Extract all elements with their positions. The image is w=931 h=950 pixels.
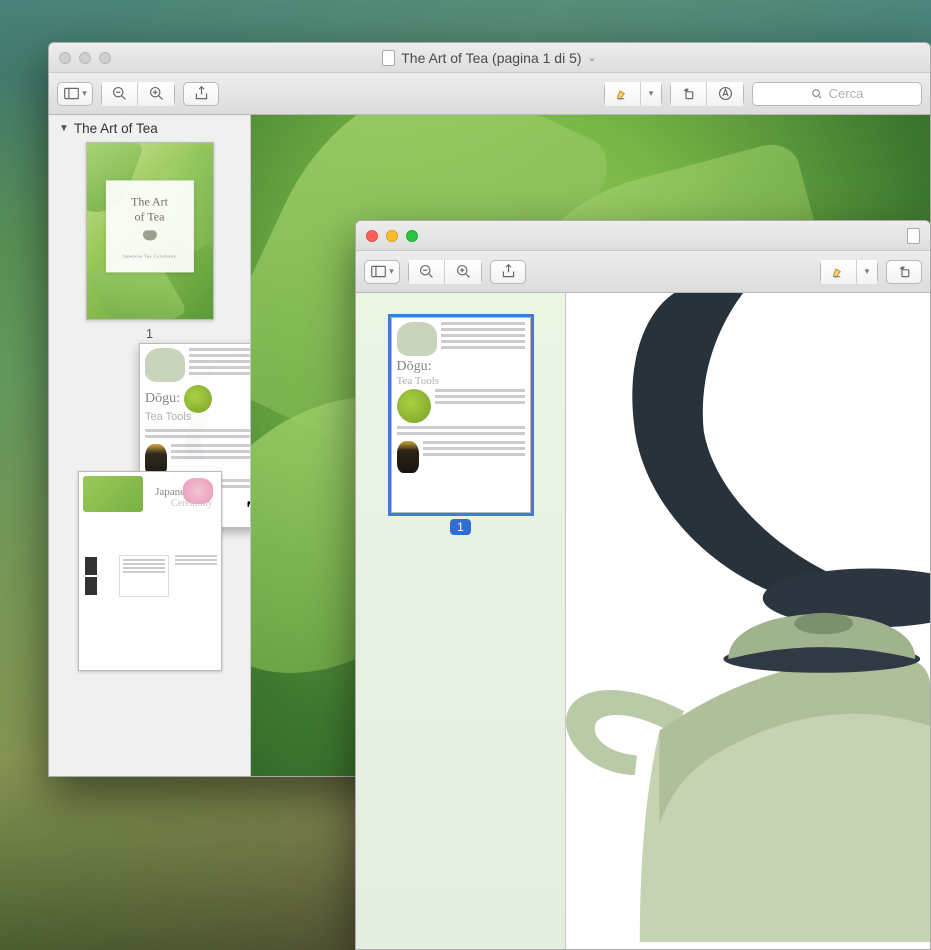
rotate-button[interactable]	[671, 82, 707, 106]
minimize-button[interactable]	[386, 230, 398, 242]
sidebar-toggle-button[interactable]: ▾	[57, 82, 93, 106]
cover-subtitle: Japanese Tea Ceremony	[113, 253, 185, 258]
traffic-lights	[59, 52, 111, 64]
share-button[interactable]	[490, 260, 526, 284]
search-icon	[811, 88, 823, 100]
cover-title-line2: of Tea	[113, 209, 185, 224]
highlight-group: ▾	[604, 82, 662, 106]
document-icon	[382, 50, 395, 66]
thumb-subheading: Tea Tools	[397, 375, 525, 387]
document-proxy-icon[interactable]	[907, 228, 920, 244]
disclosure-triangle-icon[interactable]: ▼	[59, 123, 69, 134]
chevron-down-icon[interactable]: ⌄	[588, 51, 597, 64]
traffic-lights	[366, 230, 418, 242]
zoom-group	[101, 82, 175, 106]
highlight-button[interactable]	[821, 260, 857, 284]
thumbnail-1[interactable]: Dōgu:Tea Tools 1	[366, 317, 555, 535]
sidebar-toggle-button[interactable]: ▾	[364, 260, 400, 284]
zoom-button[interactable]	[99, 52, 111, 64]
page-number: 1	[146, 326, 153, 341]
highlight-group: ▾	[820, 260, 878, 284]
document-view[interactable]	[566, 293, 930, 949]
titlebar[interactable]: The Art of Tea (pagina 1 di 5) ⌄	[49, 43, 930, 73]
rotate-button[interactable]	[886, 260, 922, 284]
page-number-badge: 1	[450, 519, 471, 535]
search-field[interactable]: Cerca	[752, 82, 922, 106]
zoom-out-button[interactable]	[409, 260, 445, 284]
search-placeholder: Cerca	[829, 86, 864, 101]
close-button[interactable]	[59, 52, 71, 64]
thumbnail-3[interactable]: Japanese TeaCeremony	[59, 471, 240, 671]
highlight-menu-button[interactable]: ▾	[641, 82, 661, 106]
zoom-out-button[interactable]	[102, 82, 138, 106]
thumb-heading: Dōgu:	[397, 359, 432, 374]
sidebar-title: The Art of Tea	[74, 121, 158, 136]
titlebar[interactable]	[356, 221, 930, 251]
preview-window-front: ▾ ▾ Dōgu:Tea	[355, 220, 931, 950]
highlight-menu-button[interactable]: ▾	[857, 260, 877, 284]
zoom-in-button[interactable]	[445, 260, 481, 284]
close-button[interactable]	[366, 230, 378, 242]
markup-button[interactable]	[707, 82, 743, 106]
teapot-image	[566, 293, 930, 942]
teapot-icon	[143, 230, 157, 240]
minimize-button[interactable]	[79, 52, 91, 64]
toolbar: ▾ ▾	[49, 73, 930, 115]
sidebar-header[interactable]: ▼ The Art of Tea	[59, 121, 240, 136]
window-title: The Art of Tea (pagina 1 di 5)	[401, 50, 581, 66]
thumbnails-sidebar[interactable]: Dōgu:Tea Tools 1	[356, 293, 566, 949]
thumbnail-1[interactable]: The Art of Tea Japanese Tea Ceremony 1	[59, 142, 240, 341]
zoom-in-button[interactable]	[138, 82, 174, 106]
toolbar: ▾ ▾	[356, 251, 930, 293]
rotate-markup-group	[670, 82, 744, 106]
zoom-button[interactable]	[406, 230, 418, 242]
share-button[interactable]	[183, 82, 219, 106]
thumbnails-sidebar[interactable]: ▼ The Art of Tea The Art of Tea Japanese…	[49, 115, 251, 776]
thumbnail-2[interactable]: Dōgu:Tea Tools 1 Dōgu: Tea Tools	[149, 351, 240, 461]
cover-title-line1: The Art	[113, 194, 185, 209]
highlight-button[interactable]	[605, 82, 641, 106]
zoom-group	[408, 260, 482, 284]
